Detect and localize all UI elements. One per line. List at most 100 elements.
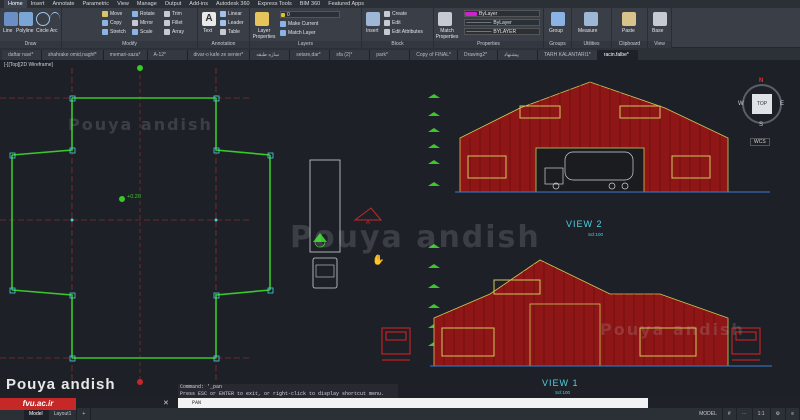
trim-button[interactable]: Trim bbox=[164, 11, 182, 17]
snap-icon[interactable]: ⋯ bbox=[737, 408, 753, 420]
file-tab[interactable]: TARH KALANTARI1* bbox=[538, 50, 598, 60]
edit-button[interactable]: Edit bbox=[384, 20, 401, 26]
menu-view[interactable]: View bbox=[113, 0, 133, 8]
command-history: Command: '_pan Press ESC or ENTER to exi… bbox=[178, 384, 398, 398]
create-button[interactable]: Create bbox=[384, 11, 407, 17]
linetype-dropdown[interactable]: ————— ByLayer bbox=[464, 19, 540, 26]
file-tab[interactable]: سازه طبقه bbox=[250, 50, 291, 60]
menu-insert[interactable]: Insert bbox=[27, 0, 49, 8]
file-tab[interactable]: divar-o kafe ze senier* bbox=[187, 50, 251, 60]
menu-autodesk360[interactable]: Autodesk 360 bbox=[212, 0, 254, 8]
viewcube[interactable]: TOP N S W E WCS bbox=[738, 76, 786, 148]
measure-button[interactable]: Measure bbox=[578, 28, 597, 34]
circle-button[interactable]: Circle bbox=[36, 28, 49, 34]
elevation-view-2 bbox=[455, 81, 770, 193]
viewcube-top-face[interactable]: TOP bbox=[752, 94, 772, 114]
menu-addins[interactable]: Add-ins bbox=[185, 0, 212, 8]
layer-properties-icon[interactable] bbox=[255, 12, 269, 26]
group-button[interactable]: Group bbox=[549, 28, 563, 34]
command-prompt: PAN bbox=[192, 400, 202, 406]
polyline-button[interactable]: Polyline bbox=[16, 28, 34, 34]
measure-icon[interactable] bbox=[584, 12, 598, 26]
settings-gear-icon[interactable]: ⚙ bbox=[771, 408, 787, 420]
group-icon[interactable] bbox=[551, 12, 565, 26]
menu-express-tools[interactable]: Express Tools bbox=[254, 0, 296, 8]
mirror-button[interactable]: Mirror bbox=[132, 20, 153, 26]
file-tab[interactable]: Copy of FINAL* bbox=[410, 50, 458, 60]
stretch-button[interactable]: Stretch bbox=[102, 29, 126, 35]
drawing-viewport[interactable]: [-][Top][2D Wireframe] +0.20 VIEW 2 Scl:… bbox=[0, 60, 800, 398]
grid-icon[interactable]: # bbox=[723, 408, 737, 420]
menu-parametric[interactable]: Parametric bbox=[78, 0, 113, 8]
file-tab[interactable]: daftar navi* bbox=[2, 50, 42, 60]
stretch-icon bbox=[102, 29, 108, 35]
array-button[interactable]: Array bbox=[164, 29, 184, 35]
watermark-text: Pouya andish bbox=[68, 115, 213, 134]
clipboard-group: Paste Clipboard bbox=[612, 8, 648, 48]
base-button[interactable]: Base bbox=[652, 28, 663, 34]
menu-output[interactable]: Output bbox=[161, 0, 186, 8]
base-view-icon[interactable] bbox=[653, 12, 667, 26]
move-button[interactable]: Move bbox=[102, 11, 122, 17]
menu-home[interactable]: Home bbox=[4, 0, 27, 8]
file-tab[interactable]: park* bbox=[370, 50, 411, 60]
menu-featured-apps[interactable]: Featured Apps bbox=[324, 0, 368, 8]
text-icon[interactable]: A bbox=[202, 12, 216, 26]
layer-properties-button[interactable]: Layer Properties bbox=[252, 28, 276, 40]
copy-button[interactable]: Copy bbox=[102, 20, 122, 26]
menu-manage[interactable]: Manage bbox=[133, 0, 161, 8]
text-button[interactable]: Text bbox=[203, 28, 212, 34]
fillet-button[interactable]: Fillet bbox=[164, 20, 183, 26]
fillet-icon bbox=[164, 20, 170, 26]
annotation-scale[interactable]: 1:1 bbox=[753, 408, 771, 420]
command-input[interactable]: PAN bbox=[178, 398, 648, 408]
compass-west[interactable]: W bbox=[738, 101, 744, 107]
rotate-button[interactable]: Rotate bbox=[132, 11, 155, 17]
insert-icon[interactable] bbox=[366, 12, 380, 26]
linear-button[interactable]: Linear bbox=[220, 11, 242, 17]
file-tab[interactable]: sfa (2)* bbox=[330, 50, 371, 60]
edit-attributes-button[interactable]: Edit Attributes bbox=[384, 29, 423, 35]
customize-menu-icon[interactable]: ≡ bbox=[786, 408, 800, 420]
leader-button[interactable]: Leader bbox=[220, 20, 244, 26]
color-dropdown[interactable]: ByLayer bbox=[464, 10, 540, 17]
match-properties-button[interactable]: Match Properties bbox=[434, 28, 460, 40]
compass-north[interactable]: N bbox=[759, 78, 763, 84]
file-tab[interactable]: memari-saza* bbox=[103, 50, 148, 60]
arc-icon[interactable] bbox=[50, 12, 60, 26]
compass-east[interactable]: E bbox=[780, 101, 784, 107]
match-layer-button[interactable]: Match Layer bbox=[280, 30, 316, 36]
elevation-view-1 bbox=[381, 259, 772, 367]
scale-button[interactable]: Scale bbox=[132, 29, 153, 35]
circle-icon[interactable] bbox=[36, 12, 50, 26]
command-close-icon[interactable]: ✕ bbox=[163, 399, 169, 407]
file-tab-active[interactable]: racin.falbe* bbox=[597, 50, 638, 60]
model-space-toggle[interactable]: MODEL bbox=[694, 408, 723, 420]
add-layout-tab[interactable]: + bbox=[77, 408, 92, 420]
insert-button[interactable]: Insert bbox=[366, 28, 379, 34]
match-properties-icon[interactable] bbox=[438, 12, 452, 26]
lineweight-dropdown[interactable]: ————— BYLAYER bbox=[464, 28, 540, 35]
menu-bim360[interactable]: BIM 360 bbox=[296, 0, 324, 8]
file-tab[interactable]: Drawing2* bbox=[458, 50, 498, 60]
polyline-icon[interactable] bbox=[19, 12, 33, 26]
make-current-button[interactable]: Make Current bbox=[280, 21, 318, 27]
leader-icon bbox=[220, 20, 226, 26]
table-button[interactable]: Table bbox=[220, 29, 240, 35]
paste-icon[interactable] bbox=[622, 12, 636, 26]
file-tab[interactable]: پیشنهاد bbox=[498, 50, 538, 60]
arc-button[interactable]: Arc bbox=[50, 28, 58, 34]
layer-dropdown[interactable]: 0 bbox=[280, 11, 340, 18]
compass-south[interactable]: S bbox=[759, 122, 763, 128]
file-tab[interactable]: A-12* bbox=[147, 50, 188, 60]
line-icon[interactable] bbox=[4, 12, 18, 26]
wcs-menu[interactable]: WCS bbox=[750, 138, 770, 146]
view-2-scale: Scl:100 bbox=[588, 232, 604, 237]
paste-button[interactable]: Paste bbox=[622, 28, 635, 34]
file-tab[interactable]: shahrake omid,naghf* bbox=[42, 50, 104, 60]
file-tab[interactable]: setare,dar* bbox=[290, 50, 331, 60]
line-button[interactable]: Line bbox=[3, 28, 12, 34]
create-block-icon bbox=[384, 11, 390, 17]
menu-annotate[interactable]: Annotate bbox=[48, 0, 78, 8]
annotation-group-label: Annotation bbox=[198, 41, 249, 48]
